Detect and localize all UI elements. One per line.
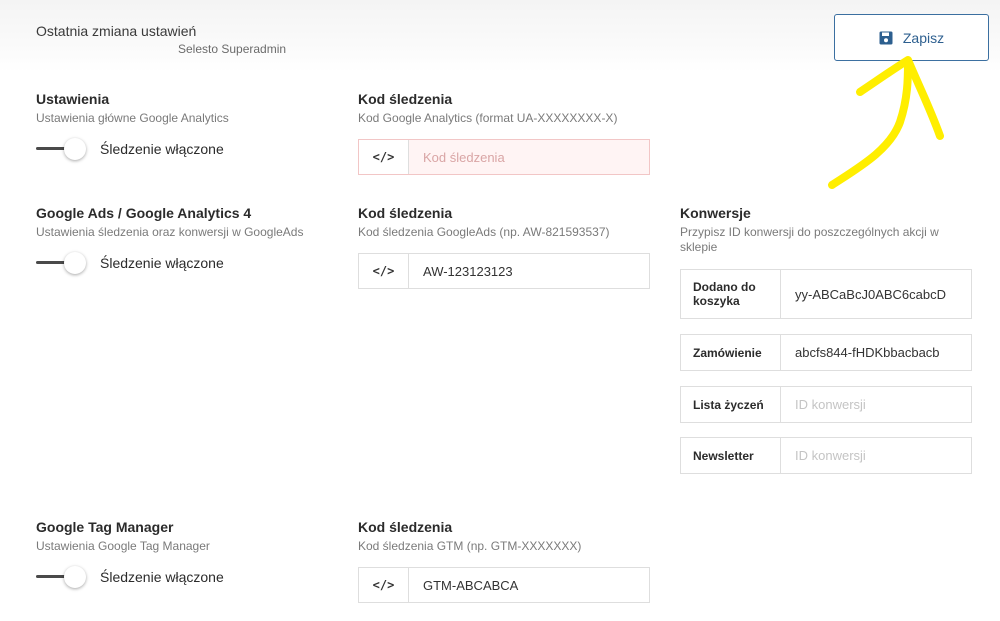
gtm-section-subtitle: Ustawienia Google Tag Manager xyxy=(36,539,210,553)
conversion-input-wishlist[interactable] xyxy=(781,387,971,422)
ga-toggle-label: Śledzenie włączone xyxy=(100,141,224,157)
ads-tracking-toggle[interactable] xyxy=(36,252,88,274)
ga-section-subtitle: Ustawienia główne Google Analytics xyxy=(36,111,229,125)
conversion-input-newsletter[interactable] xyxy=(781,438,971,473)
save-button[interactable]: Zapisz xyxy=(834,14,989,61)
ads-section-subtitle: Ustawienia śledzenia oraz konwersji w Go… xyxy=(36,225,304,239)
gtm-code-title: Kod śledzenia xyxy=(358,519,453,535)
ga-code-field: </> xyxy=(358,139,650,175)
conversion-field-order: Zamówienie xyxy=(680,334,972,371)
gtm-section-title: Google Tag Manager xyxy=(36,519,174,535)
toggle-knob xyxy=(64,566,86,588)
conversion-label: Zamówienie xyxy=(681,335,781,370)
last-change-user: Selesto Superadmin xyxy=(178,42,287,56)
save-button-label: Zapisz xyxy=(902,29,945,46)
last-change-label: Ostatnia zmiana ustawień xyxy=(36,23,197,39)
toggle-knob xyxy=(64,252,86,274)
conversion-field-wishlist: Lista życzeń xyxy=(680,386,972,423)
toggle-knob xyxy=(64,138,86,160)
gtm-code-input[interactable] xyxy=(409,568,649,602)
floppy-disk-icon xyxy=(879,31,893,44)
ads-section-title: Google Ads / Google Analytics 4 xyxy=(36,205,252,221)
conversions-title: Konwersje xyxy=(680,205,751,221)
gtm-tracking-toggle[interactable] xyxy=(36,566,88,588)
ga-code-input[interactable] xyxy=(409,140,649,174)
ads-code-subtitle: Kod śledzenia GoogleAds (np. AW-82159353… xyxy=(358,225,610,239)
conversion-field-newsletter: Newsletter xyxy=(680,437,972,474)
gtm-toggle-label: Śledzenie włączone xyxy=(100,569,224,585)
conversions-subtitle: Przypisz ID konwersji do poszczególnych … xyxy=(680,225,939,254)
ga-tracking-toggle[interactable] xyxy=(36,138,88,160)
ads-toggle-label: Śledzenie włączone xyxy=(100,255,224,271)
settings-page: Ostatnia zmiana ustawień Selesto Superad… xyxy=(0,0,1000,621)
code-icon: </> xyxy=(359,568,409,602)
ads-code-input[interactable] xyxy=(409,254,649,288)
conversion-input-order[interactable] xyxy=(781,335,971,370)
ga-section-title: Ustawienia xyxy=(36,91,110,107)
ga-code-title: Kod śledzenia xyxy=(358,91,453,107)
conversion-label: Dodano do koszyka xyxy=(681,270,781,318)
ads-code-title: Kod śledzenia xyxy=(358,205,453,221)
ga-code-subtitle: Kod Google Analytics (format UA-XXXXXXXX… xyxy=(358,111,618,125)
conversion-field-add-to-cart: Dodano do koszyka xyxy=(680,269,972,319)
conversion-input-add-to-cart[interactable] xyxy=(781,270,971,318)
code-icon: </> xyxy=(359,254,409,288)
code-icon: </> xyxy=(359,140,409,174)
conversion-label: Lista życzeń xyxy=(681,387,781,422)
ads-code-field: </> xyxy=(358,253,650,289)
gtm-code-subtitle: Kod śledzenia GTM (np. GTM-XXXXXXX) xyxy=(358,539,582,553)
conversion-label: Newsletter xyxy=(681,438,781,473)
gtm-code-field: </> xyxy=(358,567,650,603)
